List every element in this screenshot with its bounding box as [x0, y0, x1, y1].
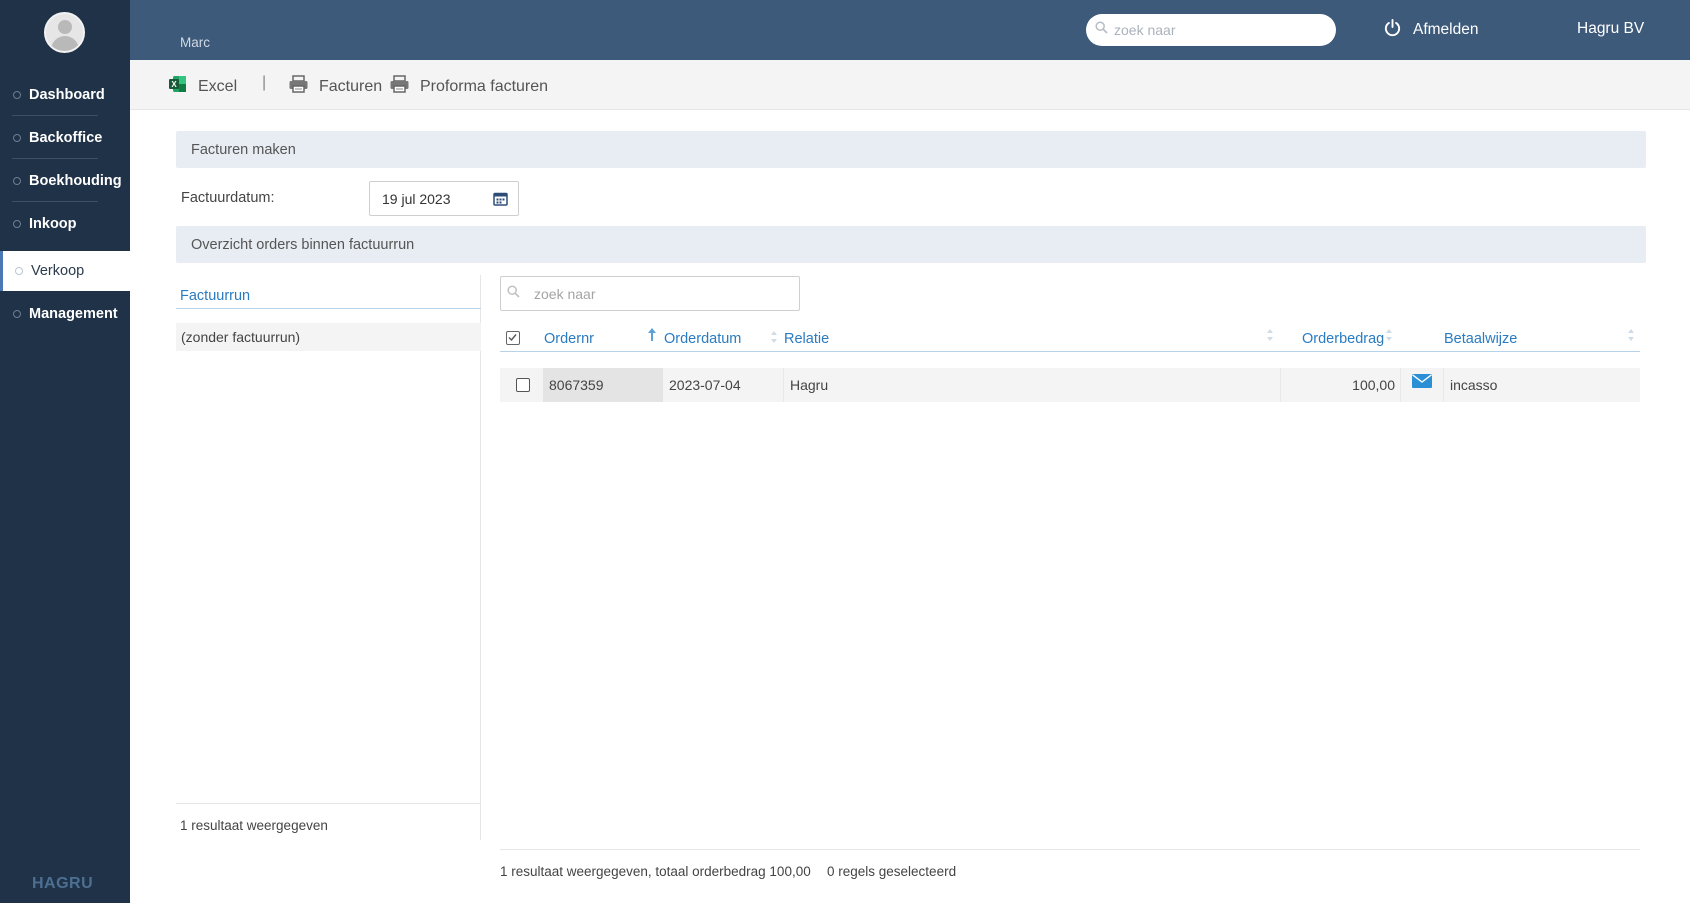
svg-text:X: X [171, 80, 177, 89]
avatar[interactable] [44, 12, 85, 53]
brand-logo: HAGRU [32, 875, 94, 892]
table-row[interactable]: 8067359 2023-07-04 Hagru 100,00 incasso [500, 368, 1640, 402]
table-header-divider [500, 351, 1640, 352]
orders-search[interactable] [500, 276, 800, 311]
sidebar-item-management[interactable]: Management [0, 292, 130, 335]
bullet-icon [13, 176, 21, 185]
envelope-icon[interactable] [1412, 373, 1432, 391]
bullet-icon [13, 90, 21, 99]
proforma-label: Proforma facturen [420, 77, 549, 95]
company-name[interactable]: Hagru BV [1577, 20, 1644, 38]
global-search-input[interactable] [1114, 22, 1324, 38]
orders-overview-heading: Overzicht orders binnen factuurrun [176, 226, 1646, 263]
logout-label: Afmelden [1413, 21, 1479, 38]
column-header-orderbedrag[interactable]: Orderbedrag [1302, 331, 1384, 347]
sort-icon[interactable] [770, 330, 778, 344]
user-name: Marc [180, 35, 210, 50]
bullet-icon [13, 309, 21, 318]
email-cell [1400, 368, 1443, 402]
sidebar-item-label: Verkoop [31, 263, 85, 279]
sort-icon[interactable] [1627, 328, 1635, 342]
sort-ascending-icon[interactable] [646, 327, 658, 343]
sidebar-item-label: Backoffice [29, 129, 103, 146]
column-header-betaalwijze[interactable]: Betaalwijze [1444, 331, 1517, 347]
cell-orderbedrag: 100,00 [1280, 368, 1400, 402]
calendar-icon[interactable] [493, 191, 508, 209]
selected-rows-count: 0 regels geselecteerd [827, 864, 957, 879]
cell-ordernr: 8067359 [543, 368, 663, 402]
sidebar-item-label: Boekhouding [29, 172, 122, 189]
invoice-date-field[interactable]: 19 jul 2023 [369, 181, 519, 216]
sidebar-item-label: Inkoop [29, 215, 77, 232]
printer-icon [288, 74, 319, 99]
invoices-print-button[interactable]: Facturen [288, 74, 382, 99]
cell-relatie: Hagru [783, 368, 1280, 402]
bullet-icon [15, 267, 23, 275]
bullet-icon [13, 133, 21, 142]
toolbar: X Excel | Facturen Proforma facturen [130, 60, 1690, 110]
logout-button[interactable]: Afmelden [1383, 18, 1478, 42]
printer-icon [389, 74, 420, 99]
sidebar: Dashboard Backoffice Boekhouding Inkoop … [0, 0, 130, 903]
sidebar-item-boekhouding[interactable]: Boekhouding [0, 159, 130, 202]
invoice-date-value: 19 jul 2023 [382, 190, 451, 207]
toolbar-separator: | [262, 74, 267, 91]
sidebar-item-dashboard[interactable]: Dashboard [0, 73, 130, 116]
row-checkbox[interactable] [516, 378, 530, 392]
column-header-ordernr[interactable]: Ordernr [544, 331, 594, 347]
select-all-checkbox[interactable] [506, 331, 520, 345]
sidebar-item-inkoop[interactable]: Inkoop [0, 202, 130, 245]
column-header-relatie[interactable]: Relatie [784, 331, 829, 347]
excel-label: Excel [198, 77, 238, 95]
divider [176, 803, 481, 804]
invoice-run-list: Factuurrun (zonder factuurrun) 1 resulta… [176, 275, 481, 840]
invoice-run-result-count: 1 resultaat weergegeven [180, 818, 328, 833]
proforma-print-button[interactable]: Proforma facturen [389, 74, 548, 99]
orders-search-input[interactable] [534, 285, 774, 302]
sidebar-item-label: Dashboard [29, 86, 105, 103]
power-icon [1383, 18, 1413, 42]
bullet-icon [13, 219, 21, 228]
column-header-orderdatum[interactable]: Orderdatum [664, 331, 741, 347]
global-search[interactable] [1086, 14, 1336, 46]
avatar-head-shape [58, 20, 72, 34]
sort-icon[interactable] [1266, 328, 1274, 342]
divider [176, 308, 481, 309]
create-invoices-heading: Facturen maken [176, 131, 1646, 168]
invoice-date-label: Factuurdatum: [181, 190, 275, 206]
orders-result-summary: 1 resultaat weergegeven, totaal orderbed… [500, 864, 811, 879]
top-header: Marc Afmelden Hagru BV [130, 0, 1690, 60]
cell-betaalwijze: incasso [1443, 368, 1640, 402]
sidebar-item-label: Management [29, 305, 118, 322]
list-item[interactable]: (zonder factuurrun) [176, 323, 481, 351]
sidebar-item-verkoop[interactable]: Verkoop [0, 251, 130, 291]
sidebar-item-backoffice[interactable]: Backoffice [0, 116, 130, 159]
excel-button[interactable]: X Excel [168, 74, 237, 99]
avatar-body-shape [51, 36, 79, 51]
excel-icon: X [168, 74, 198, 99]
search-icon [507, 284, 520, 303]
search-icon [1095, 21, 1108, 39]
cell-orderdatum: 2023-07-04 [669, 377, 741, 393]
divider [500, 849, 1640, 850]
sort-icon[interactable] [1385, 328, 1393, 342]
invoices-label: Facturen [319, 77, 383, 95]
invoice-run-header[interactable]: Factuurrun [180, 288, 250, 304]
